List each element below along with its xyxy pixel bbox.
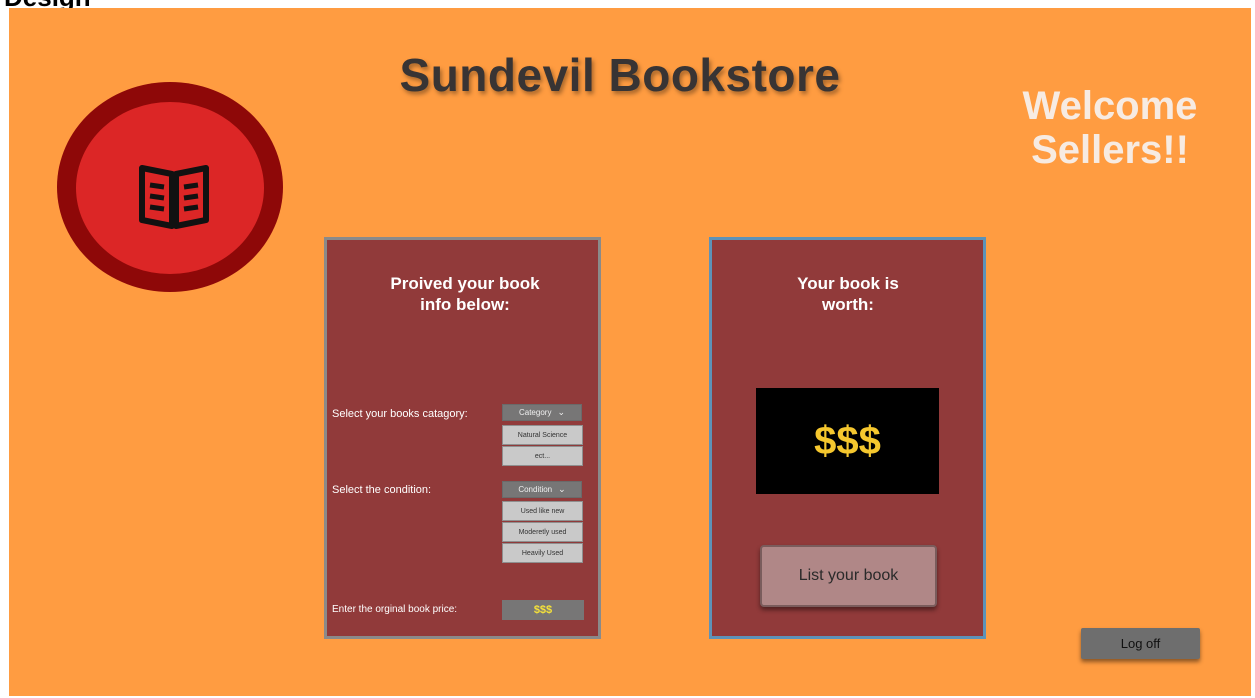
book-worth-heading: Your book is worth:	[797, 274, 899, 314]
category-option[interactable]: ect...	[502, 446, 583, 466]
chevron-down-icon: ⌄	[558, 484, 566, 494]
category-dropdown-value: Category	[518, 408, 552, 417]
category-dropdown[interactable]: Category ⌄	[502, 404, 582, 421]
condition-option[interactable]: Used like new	[502, 501, 583, 521]
price-input[interactable]: $$$	[502, 600, 584, 620]
logoff-button[interactable]: Log off	[1081, 628, 1200, 659]
store-title: Sundevil Bookstore	[399, 49, 841, 101]
list-book-button[interactable]: List your book	[760, 545, 937, 607]
price-label: Enter the orginal book price:	[332, 604, 458, 615]
condition-dropdown-value: Condition	[518, 485, 553, 494]
condition-option[interactable]: Moderetly used	[502, 522, 583, 542]
category-label: Select your books catagory:	[332, 408, 468, 420]
welcome-message: Welcome Sellers!!	[1022, 84, 1198, 172]
worth-value-display: $$$	[756, 388, 939, 494]
open-book-icon	[139, 165, 209, 229]
condition-option[interactable]: Heavily Used	[502, 543, 583, 563]
book-info-panel: Proived your book info below: Select you…	[324, 237, 601, 639]
condition-dropdown[interactable]: Condition ⌄	[502, 481, 582, 498]
chevron-down-icon: ⌄	[557, 407, 565, 417]
condition-label: Select the condition:	[332, 484, 432, 496]
category-option[interactable]: Natural Science	[502, 425, 583, 445]
book-worth-panel: Your book is worth: $$$ List your book	[709, 237, 986, 639]
book-info-heading: Proived your book info below:	[390, 274, 540, 314]
